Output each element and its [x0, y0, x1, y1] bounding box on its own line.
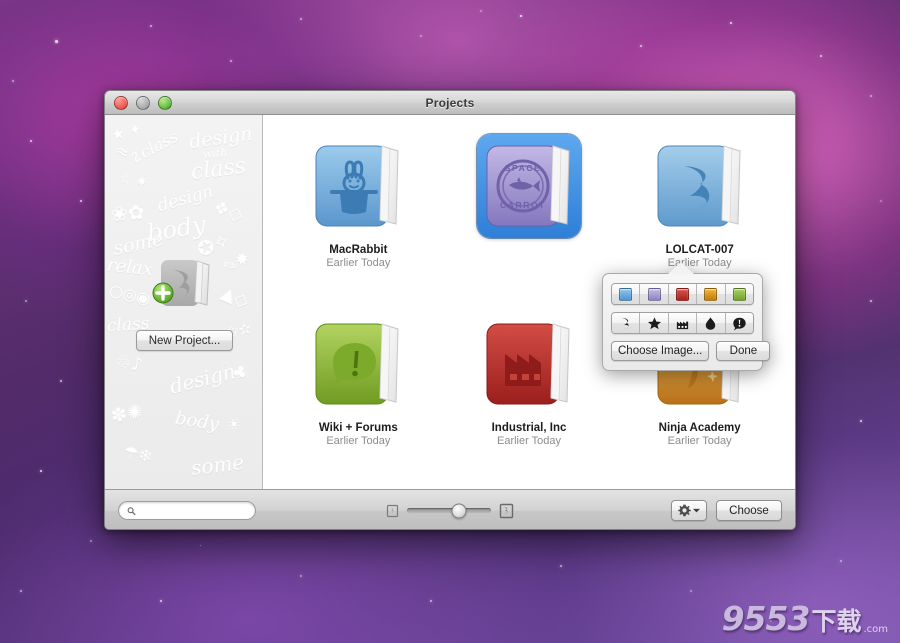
done-button[interactable]: Done [716, 341, 770, 361]
project-date: Earlier Today [668, 435, 732, 447]
project-name: Wiki + Forums [319, 422, 398, 434]
symbol-flame[interactable] [697, 313, 725, 333]
project-icon-wrap: SPACE CARROT [476, 133, 582, 239]
color-swatch-green[interactable] [726, 284, 753, 304]
swatch-purple [648, 288, 661, 301]
space-carrot-badge-icon: SPACE CARROT [483, 140, 575, 232]
watermark-chinese: 下载 [811, 602, 861, 638]
factory-icon [675, 316, 690, 331]
icon-size-slider[interactable] [407, 508, 491, 513]
symbol-swoosh[interactable] [612, 313, 640, 333]
new-project-button[interactable]: New Project... [136, 330, 233, 351]
bottom-toolbar: Choose [105, 489, 795, 530]
project-icon-wrap [305, 133, 411, 239]
project-icon-wrap [476, 311, 582, 417]
icon-size-slider-group [386, 503, 514, 519]
projects-window: Projects ★ ✦ design with class ≈∿ class … [104, 90, 796, 530]
star-icon [647, 316, 662, 331]
swatch-red [676, 288, 689, 301]
svg-text:SPACE: SPACE [505, 163, 542, 173]
swatch-orange [704, 288, 717, 301]
rabbit-in-hat-icon [312, 140, 404, 232]
project-item-macrabbit[interactable]: MacRabbit Earlier Today [273, 129, 444, 307]
action-gear-button[interactable] [671, 500, 707, 521]
window-titlebar[interactable]: Projects [105, 91, 795, 115]
doodle-word: design [167, 359, 238, 398]
search-icon [127, 506, 136, 516]
small-icon-size-icon[interactable] [386, 504, 399, 518]
color-swatch-row [611, 283, 754, 305]
watermark-number: 9553 [722, 599, 810, 638]
doodle-word: class [190, 154, 248, 186]
project-name: LOLCAT-007 [666, 244, 734, 256]
icon-size-slider-thumb[interactable] [452, 503, 467, 518]
project-date: Earlier Today [326, 435, 390, 447]
project-item-space-carrot[interactable]: SPACE CARROT [444, 129, 615, 307]
svg-text:CARROT: CARROT [500, 200, 546, 210]
project-item-industrial-inc[interactable]: Industrial, Inc Earlier Today [444, 307, 615, 485]
doodle-word: body [174, 408, 221, 436]
flame-icon [703, 316, 718, 331]
doodle-word: with [202, 146, 228, 161]
sidebar: ★ ✦ design with class ≈∿ class ☆ ✷ desig… [105, 115, 263, 489]
doodle-word: design [155, 182, 215, 217]
project-name: Ninja Academy [659, 422, 741, 434]
large-icon-size-icon[interactable] [499, 503, 514, 519]
gear-icon [678, 504, 691, 517]
window-title: Projects [105, 96, 795, 110]
project-date: Earlier Today [497, 435, 561, 447]
popover-body: Choose Image... Done [602, 273, 763, 371]
doodle-word: some [190, 450, 246, 480]
color-swatch-red[interactable] [669, 284, 697, 304]
speech-bubble-alert-icon [732, 316, 747, 331]
choose-button[interactable]: Choose [716, 500, 782, 521]
color-swatch-orange[interactable] [697, 284, 725, 304]
popover-arrow [668, 262, 694, 274]
project-name: Industrial, Inc [492, 422, 567, 434]
symbol-star[interactable] [640, 313, 668, 333]
watermark-domain: .com [863, 624, 888, 635]
swoosh-icon [654, 140, 746, 232]
window-body: ★ ✦ design with class ≈∿ class ☆ ✷ desig… [105, 115, 795, 489]
desktop-background: Projects ★ ✦ design with class ≈∿ class … [0, 0, 900, 643]
project-item-wiki-forums[interactable]: Wiki + Forums Earlier Today [273, 307, 444, 485]
doodle-word: relax [106, 255, 154, 281]
site-watermark: 9553 下载 .com [722, 599, 888, 638]
choose-image-button[interactable]: Choose Image... [611, 341, 709, 361]
project-icon-wrap [305, 311, 411, 417]
symbol-factory[interactable] [669, 313, 697, 333]
color-swatch-blue[interactable] [612, 284, 640, 304]
swoosh-icon [618, 316, 633, 331]
doodle-word: design [188, 123, 254, 154]
color-swatch-purple[interactable] [640, 284, 668, 304]
symbol-speech-bubble[interactable] [726, 313, 753, 333]
factory-icon [483, 318, 575, 410]
new-project-folder-icon [152, 256, 216, 316]
project-date: Earlier Today [326, 257, 390, 269]
speech-bubble-alert-icon [312, 318, 404, 410]
toolbar-right-tools: Choose [671, 500, 782, 521]
search-input[interactable] [140, 504, 247, 518]
symbol-row [611, 312, 754, 334]
popover-buttons: Choose Image... Done [611, 341, 754, 361]
swatch-green [733, 288, 746, 301]
project-icon-wrap [647, 133, 753, 239]
project-name: MacRabbit [329, 244, 387, 256]
doodle-word: body [145, 211, 207, 248]
doodle-word: class [137, 127, 181, 163]
projects-grid-area: MacRabbit Earlier Today [263, 115, 795, 489]
icon-chooser-popover: Choose Image... Done [602, 273, 763, 371]
search-field[interactable] [118, 501, 256, 520]
caret-down-icon [693, 508, 700, 513]
swatch-blue [619, 288, 632, 301]
